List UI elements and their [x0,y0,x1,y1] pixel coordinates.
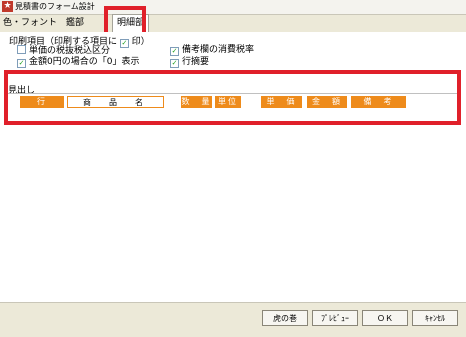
title-bar: ★ 見積書のフォーム設計 [0,0,466,15]
midashi-label: 見出し [8,86,36,96]
option-line-summary-label: 行摘要 [182,57,210,67]
option-remarks-tax-rate[interactable]: ✓ 備考欄の消費税率 [170,45,254,56]
checkbox-zero-display[interactable]: ✓ [17,59,26,68]
tab-strip: 色・フォント 鑑部 明細部 [0,14,466,33]
bottom-button-bar: 虎の巻 ﾌﾟﾚﾋﾞｭｰ ＯＫ ｷｬﾝｾﾙ [0,302,466,337]
tab-color-font[interactable]: 色・フォント [3,16,57,30]
checkbox-remarks-tax-rate[interactable]: ✓ [170,47,179,56]
midashi-divider [8,93,460,94]
cancel-button[interactable]: ｷｬﾝｾﾙ [412,310,458,326]
option-remarks-tax-rate-label: 備考欄の消費税率 [182,45,255,55]
header-cell-unit[interactable]: 単位 [215,96,241,108]
header-cell-remarks[interactable]: 備 考 [351,96,406,108]
header-cell-amount[interactable]: 金 額 [307,96,347,108]
print-items-label-after: 印） [131,37,150,47]
option-tax-category[interactable]: 単価の税抜税込区分 [17,45,110,56]
option-tax-category-label: 単価の税抜税込区分 [29,46,111,56]
tab-detail[interactable]: 明細部 [112,14,150,32]
window-title: 見積書のフォーム設計 [15,2,95,11]
option-line-summary[interactable]: ✓ 行摘要 [170,57,209,68]
option-zero-display-label: 金額0円の場合の「0」表示 [29,57,140,67]
header-cell-unit-price[interactable]: 単 価 [261,96,302,108]
header-cell-line[interactable]: 行 [20,96,64,108]
tab-invoice[interactable]: 鑑部 [66,16,86,30]
ok-button[interactable]: ＯＫ [362,310,408,326]
option-zero-display[interactable]: ✓ 金額0円の場合の「0」表示 [17,57,139,68]
checkbox-tax-category[interactable] [17,45,26,54]
checked-box-icon: ✓ [119,39,129,48]
tora-no-maki-button[interactable]: 虎の巻 [262,310,308,326]
detail-panel: 印刷項目（印刷する項目に ✓ 印） 単価の税抜税込区分 ✓ 金額0円の場合の「0」… [0,32,466,302]
header-cell-quantity[interactable]: 数 量 [181,96,212,108]
checkbox-line-summary[interactable]: ✓ [170,59,179,68]
header-cell-product-name[interactable]: 商 品 名 [67,96,164,108]
preview-button[interactable]: ﾌﾟﾚﾋﾞｭｰ [312,310,358,326]
app-star-icon: ★ [2,1,13,12]
